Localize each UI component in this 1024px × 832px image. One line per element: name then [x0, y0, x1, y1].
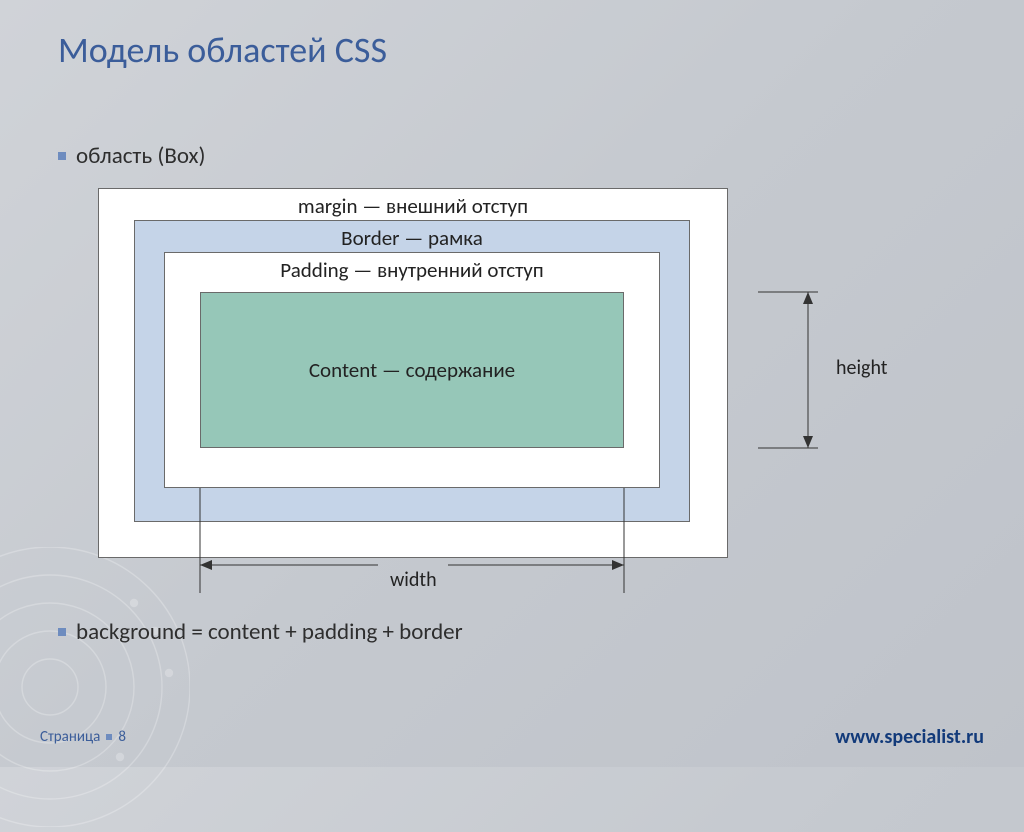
bullet-text: область (Box) [76, 142, 205, 170]
slide: Модель областей CSS область (Box) margin… [0, 0, 1024, 767]
content-label: Content — содержание [201, 357, 623, 383]
border-label: Border — рамка [135, 221, 689, 253]
bullet-background-formula: background = content + padding + border [58, 618, 966, 646]
width-label: width [390, 568, 437, 592]
page-word: Страница [40, 728, 100, 746]
slide-title: Модель областей CSS [58, 28, 966, 72]
bullet-box-area: область (Box) [58, 142, 966, 170]
slide-footer: Страница 8 www.specialist.ru [40, 725, 984, 749]
site-url: www.specialist.ru [835, 725, 984, 749]
dimension-width: width [200, 563, 624, 603]
page-num: 8 [118, 728, 126, 746]
padding-label: Padding — внутренний отступ [165, 253, 659, 285]
content-box: Content — содержание [200, 292, 624, 448]
bullet-text: background = content + padding + border [76, 618, 463, 646]
dimension-height: height [758, 292, 898, 448]
height-label: height [836, 356, 887, 380]
square-icon [106, 734, 112, 740]
margin-label: margin — внешний отступ [99, 189, 727, 221]
page-number: Страница 8 [40, 728, 126, 746]
box-model-diagram: margin — внешний отступ Border — рамка P… [98, 188, 918, 588]
